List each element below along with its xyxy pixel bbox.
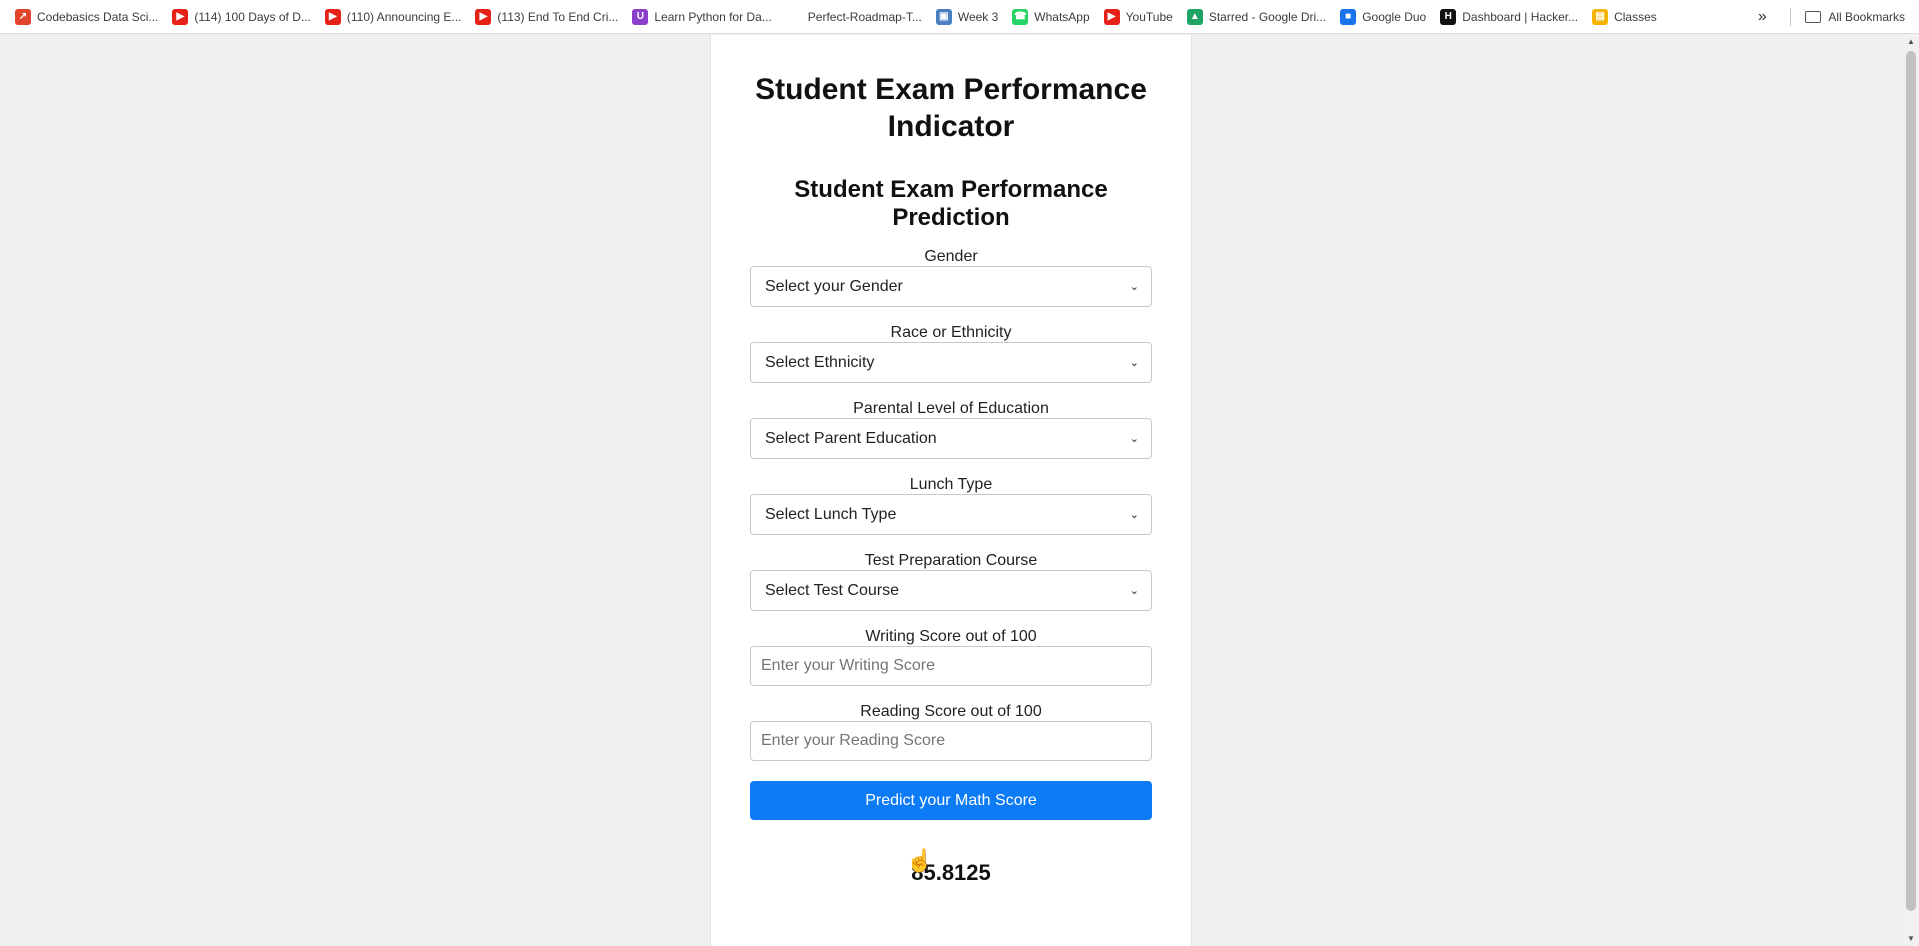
bookmark-label: Google Duo xyxy=(1362,9,1427,24)
classroom-icon: ▤ xyxy=(1592,8,1609,25)
bookmark-label: (113) End To End Cri... xyxy=(497,9,619,24)
page-title: Student Exam Performance Indicator xyxy=(755,73,1147,143)
youtube-icon: ▶ xyxy=(172,8,189,25)
duo-icon: ■ xyxy=(1340,8,1357,25)
predict-button[interactable]: Predict your Math Score xyxy=(750,781,1152,820)
udemy-icon: U xyxy=(632,8,649,25)
rocket-icon: ↗ xyxy=(15,8,31,25)
chevron-down-icon: ⌄ xyxy=(1129,281,1139,293)
hackerrank-icon: H xyxy=(1440,8,1457,25)
chevron-down-icon: ⌄ xyxy=(1129,585,1139,597)
lunch-field: Lunch Type Select Lunch Type ⌄ xyxy=(750,475,1152,535)
bookmark-label: (114) 100 Days of D... xyxy=(194,9,311,24)
bookmark-label: WhatsApp xyxy=(1034,9,1090,24)
writing-label: Writing Score out of 100 xyxy=(865,628,1037,645)
scroll-up-arrow-icon[interactable]: ▲ xyxy=(1903,35,1919,49)
writing-field: Writing Score out of 100 xyxy=(750,627,1152,686)
youtube-icon: ▶ xyxy=(475,8,492,25)
bookmark-item[interactable]: ▶ (113) End To End Cri... xyxy=(468,4,625,30)
gender-select[interactable]: Select your Gender ⌄ xyxy=(750,266,1152,307)
folder-icon xyxy=(1805,10,1822,23)
divider xyxy=(1790,7,1792,26)
gender-label: Gender xyxy=(924,248,978,265)
parent-education-field: Parental Level of Education Select Paren… xyxy=(750,399,1152,459)
bookmark-label: (110) Announcing E... xyxy=(346,9,462,24)
drive-icon: ▲ xyxy=(1186,8,1203,25)
bookmarks-list: ↗ Codebasics Data Sci... ▶ (114) 100 Days o… xyxy=(0,4,1748,30)
ethnicity-field: Race or Ethnicity Select Ethnicity ⌄ xyxy=(750,323,1152,383)
bookmark-item[interactable]: ↗ Codebasics Data Sci... xyxy=(8,4,165,30)
ethnicity-select-value: Select Ethnicity xyxy=(765,353,875,371)
bookmark-label: Dashboard | Hacker... xyxy=(1462,9,1579,24)
ethnicity-label: Race or Ethnicity xyxy=(890,324,1012,341)
prediction-form: Gender Select your Gender ⌄ Race or Ethn… xyxy=(750,247,1152,886)
page-subtitle: Student Exam Performance Prediction xyxy=(794,176,1108,231)
lunch-select[interactable]: Select Lunch Type ⌄ xyxy=(750,494,1152,535)
bookmark-item[interactable]: ■ Google Duo xyxy=(1333,4,1433,30)
chevron-down-icon: ⌄ xyxy=(1129,357,1139,369)
bookmark-item[interactable]: ▲ Starred - Google Dri... xyxy=(1180,4,1333,30)
parent-education-select-value: Select Parent Education xyxy=(765,429,937,447)
reading-score-input[interactable] xyxy=(750,721,1152,761)
bookmark-item[interactable]: ☎ WhatsApp xyxy=(1005,4,1096,30)
bookmark-item[interactable]: ▶ YouTube xyxy=(1097,4,1180,30)
youtube-icon: ▶ xyxy=(324,8,341,25)
vertical-scrollbar[interactable]: ▲ ▼ xyxy=(1903,35,1919,946)
parent-education-label: Parental Level of Education xyxy=(853,400,1049,417)
bookmarks-bar: ↗ Codebasics Data Sci... ▶ (114) 100 Days o… xyxy=(0,0,1919,34)
prediction-result: 85.8125 xyxy=(911,860,991,885)
test-course-select[interactable]: Select Test Course ⌄ xyxy=(750,570,1152,611)
blank-icon xyxy=(785,8,802,25)
bookmark-item[interactable]: ▶ (110) Announcing E... xyxy=(318,4,469,30)
all-bookmarks-label: All Bookmarks xyxy=(1828,9,1905,24)
ethnicity-select[interactable]: Select Ethnicity ⌄ xyxy=(750,342,1152,383)
bookmark-label: Codebasics Data Sci... xyxy=(37,9,159,24)
lunch-select-value: Select Lunch Type xyxy=(765,505,897,523)
bookmarks-right: » All Bookmarks xyxy=(1748,7,1919,26)
test-course-label: Test Preparation Course xyxy=(864,552,1038,569)
bookmark-label: Starred - Google Dri... xyxy=(1208,9,1327,24)
bookmark-label: Perfect-Roadmap-T... xyxy=(807,9,922,24)
gender-select-value: Select your Gender xyxy=(765,277,903,295)
bookmark-item[interactable]: ▶ (114) 100 Days of D... xyxy=(165,4,318,30)
scroll-down-arrow-icon[interactable]: ▼ xyxy=(1903,932,1919,946)
parent-education-select[interactable]: Select Parent Education ⌄ xyxy=(750,418,1152,459)
lunch-label: Lunch Type xyxy=(909,476,993,493)
bookmark-item[interactable]: U Learn Python for Da... xyxy=(625,4,778,30)
bookmark-item[interactable]: ▤ Classes xyxy=(1585,4,1664,30)
writing-score-input[interactable] xyxy=(750,646,1152,686)
youtube-icon: ▶ xyxy=(1103,8,1120,25)
bookmark-label: Week 3 xyxy=(957,9,999,24)
test-course-select-value: Select Test Course xyxy=(765,581,899,599)
bookmark-label: YouTube xyxy=(1125,9,1173,24)
chevron-down-icon: ⌄ xyxy=(1129,433,1139,445)
more-bookmarks-button[interactable]: » xyxy=(1748,8,1776,26)
reading-field: Reading Score out of 100 xyxy=(750,702,1152,761)
scrollbar-thumb[interactable] xyxy=(1906,51,1916,911)
hand-cursor-icon: ☝ xyxy=(906,848,934,873)
chevron-down-icon: ⌄ xyxy=(1129,509,1139,521)
page-viewport: Student Exam Performance Indicator Stude… xyxy=(0,35,1903,946)
whatsapp-icon: ☎ xyxy=(1012,8,1029,25)
reading-label: Reading Score out of 100 xyxy=(860,703,1042,720)
robot-icon: ▣ xyxy=(935,8,952,25)
form-card: Student Exam Performance Indicator Stude… xyxy=(710,35,1192,946)
bookmark-item[interactable]: ▣ Week 3 xyxy=(929,4,1005,30)
bookmark-label: Learn Python for Da... xyxy=(654,9,772,24)
all-bookmarks-button[interactable]: All Bookmarks xyxy=(1805,10,1905,24)
gender-field: Gender Select your Gender ⌄ xyxy=(750,247,1152,307)
bookmark-item[interactable]: H Dashboard | Hacker... xyxy=(1433,4,1585,30)
test-course-field: Test Preparation Course Select Test Cour… xyxy=(750,551,1152,611)
bookmark-label: Classes xyxy=(1614,9,1657,24)
bookmark-item[interactable]: Perfect-Roadmap-T... xyxy=(779,4,929,30)
